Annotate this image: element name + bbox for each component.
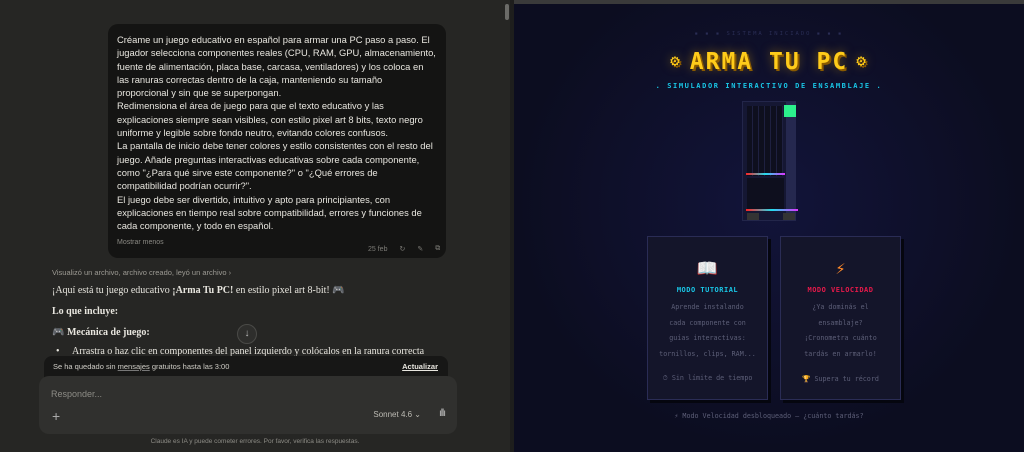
game-preview: ▪ ▪ ▪ SISTEMA INICIADO ▪ ▪ ▪ ⚙ ARMA TU PC… bbox=[514, 0, 1024, 452]
assistant-response: ¡Aquí está tu juego educativo ¡Arma Tu P… bbox=[52, 285, 472, 348]
chat-panel: Créame un juego educativo en español par… bbox=[0, 0, 510, 452]
tutorial-footnote: ⏱ Sin límite de tiempo bbox=[662, 374, 753, 382]
message-date: 25 feb bbox=[368, 245, 388, 253]
game-title: ⚙ ARMA TU PC ⚙ bbox=[514, 49, 1024, 75]
game-subtitle: . SIMULADOR INTERACTIVO DE ENSAMBLAJE . bbox=[655, 82, 883, 90]
reply-input[interactable]: Responder... + Sonnet 4.6 ⌄ ıllı bbox=[39, 376, 457, 434]
copy-icon[interactable]: ⧉ bbox=[435, 245, 440, 253]
retry-icon[interactable]: ↻ bbox=[399, 245, 405, 253]
fan-led bbox=[784, 105, 796, 117]
reply-placeholder[interactable]: Responder... bbox=[51, 389, 102, 399]
resp-heading: Lo que incluye: bbox=[52, 306, 119, 317]
lightning-icon: ⚡ bbox=[835, 259, 846, 279]
speed-footnote: 🏆 Supera tu récord bbox=[802, 375, 879, 383]
resp-bold: ¡Arma Tu PC! bbox=[172, 285, 234, 296]
arrow-down-icon: ↓ bbox=[244, 328, 250, 339]
scroll-down-button[interactable]: ↓ bbox=[237, 324, 257, 344]
speed-description: ¿Ya dominás el ensamblaje? ¡Cronometra c… bbox=[804, 303, 877, 358]
resp-heading: 🎮 Mecánica de juego: bbox=[52, 327, 150, 338]
tutorial-title: MODO TUTORIAL bbox=[676, 286, 739, 294]
user-message: Créame un juego educativo en español par… bbox=[108, 24, 446, 258]
tutorial-description: Aprende instalando cada componente con g… bbox=[659, 303, 756, 358]
limit-text: Se ha quedado sin bbox=[53, 362, 118, 371]
game-title-text: ARMA TU PC bbox=[689, 49, 849, 75]
scrollbar[interactable] bbox=[505, 4, 509, 20]
unlock-message: ⚡ Modo Velocidad desbloqueado — ¿cuánto … bbox=[674, 412, 864, 420]
limit-text: gratuitos hasta las 3:00 bbox=[149, 362, 230, 371]
resp-text: en estilo pixel art 8-bit! 🎮 bbox=[233, 285, 345, 296]
speed-title: MODO VELOCIDAD bbox=[807, 286, 874, 294]
resp-text: ¡Aquí está tu juego educativo bbox=[52, 285, 173, 296]
tutorial-mode-card[interactable]: 📖 MODO TUTORIAL Aprende instalando cada … bbox=[647, 236, 768, 400]
limit-link[interactable]: mensajes bbox=[118, 362, 150, 371]
plus-icon[interactable]: + bbox=[52, 408, 60, 424]
edit-icon[interactable]: ✎ bbox=[417, 245, 423, 253]
user-message-text: Créame un juego educativo en español par… bbox=[117, 34, 436, 232]
message-meta: 25 feb ↻ ✎ ⧉ bbox=[368, 245, 440, 253]
gear-icon: ⚙ bbox=[670, 51, 682, 70]
speed-mode-card[interactable]: ⚡ MODO VELOCIDAD ¿Ya dominás el ensambla… bbox=[780, 236, 901, 400]
gear-icon: ⚙ bbox=[856, 51, 868, 70]
activity-summary[interactable]: Visualizó un archivo, archivo creado, le… bbox=[52, 268, 231, 277]
system-status: ▪ ▪ ▪ SISTEMA INICIADO ▪ ▪ ▪ bbox=[694, 31, 844, 37]
disclaimer: Claude es IA y puede cometer errores. Po… bbox=[150, 438, 360, 445]
book-icon: 📖 bbox=[696, 259, 719, 279]
preview-topbar bbox=[514, 0, 1024, 4]
pc-case-illustration bbox=[742, 101, 798, 221]
model-selector[interactable]: Sonnet 4.6 ⌄ bbox=[373, 410, 421, 419]
voice-icon[interactable]: ıllı bbox=[439, 408, 446, 419]
